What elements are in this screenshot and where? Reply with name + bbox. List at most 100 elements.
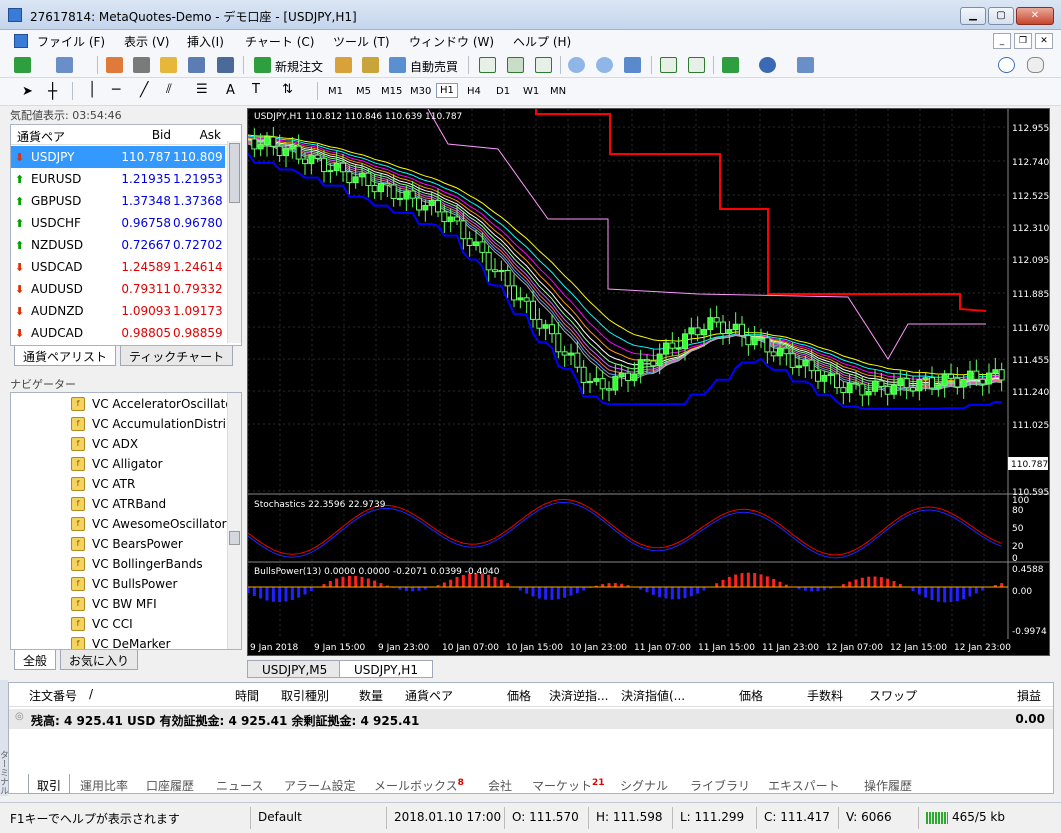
navigator-item[interactable]: f VC AccumulationDistribu <box>67 414 237 434</box>
navigator-item[interactable]: f VC BollingerBands <box>67 554 237 574</box>
bar-chart-icon[interactable] <box>479 57 496 73</box>
navigator-item[interactable]: f VC ADX <box>67 434 237 454</box>
timeframe-d1[interactable]: D1 <box>493 85 513 98</box>
terminal-col[interactable]: 通貨ペア <box>405 687 453 704</box>
terminal-tab[interactable]: ニュース <box>208 774 271 794</box>
terminal-col[interactable]: 数量 <box>359 687 383 704</box>
profiles-icon[interactable] <box>56 57 73 73</box>
auto-trading-icon[interactable] <box>389 57 406 73</box>
navigator-scrollbar[interactable] <box>227 393 241 649</box>
market-watch-icon[interactable] <box>106 57 123 73</box>
timeframe-mn[interactable]: MN <box>547 85 569 98</box>
line-chart-icon[interactable] <box>535 57 552 73</box>
minimize-button[interactable]: ▁ <box>960 7 986 25</box>
terminal-col[interactable]: 損益 <box>1017 687 1041 704</box>
horizontal-line-icon[interactable]: ─ <box>112 82 120 98</box>
new-order-icon[interactable] <box>254 57 271 73</box>
terminal-tab[interactable]: アラーム設定 <box>276 774 364 794</box>
status-profile[interactable]: Default <box>258 810 302 824</box>
new-order-button[interactable]: 新規注文 <box>275 58 323 75</box>
mdi-restore-button[interactable]: ❐ <box>1014 33 1032 49</box>
terminal-tab[interactable]: 口座履歴 <box>138 774 202 794</box>
navigator-icon[interactable] <box>160 57 177 73</box>
terminal-tab[interactable]: 会社 <box>480 774 520 794</box>
navigator-item[interactable]: f VC BW MFI <box>67 594 237 614</box>
terminal-icon[interactable] <box>188 57 205 73</box>
navigator-item[interactable]: f VC Alligator <box>67 454 237 474</box>
tab-tick-chart[interactable]: ティックチャート <box>120 346 234 366</box>
col-ask[interactable]: Ask <box>173 128 221 142</box>
fibonacci-icon[interactable]: ☰ <box>196 82 208 97</box>
tab-favorites[interactable]: お気に入り <box>60 650 139 670</box>
menu-view[interactable]: 表示 (V) <box>124 33 169 50</box>
terminal-col[interactable]: 注文番号 <box>29 687 77 704</box>
cursor-icon[interactable]: ➤ <box>22 84 33 99</box>
terminal-col[interactable]: スワップ <box>869 687 917 704</box>
terminal-handle[interactable]: ターミナル <box>0 680 8 796</box>
terminal-col[interactable]: 価格 <box>507 687 531 704</box>
child-window-icon[interactable] <box>14 34 28 48</box>
navigator-item[interactable]: f VC ATR <box>67 474 237 494</box>
periods-icon[interactable] <box>759 57 776 73</box>
col-symbol[interactable]: 通貨ペア <box>17 128 65 145</box>
menu-help[interactable]: ヘルプ (H) <box>513 33 571 50</box>
trendline-icon[interactable]: ╱ <box>140 82 148 98</box>
navigator-item[interactable]: f VC DeMarker <box>67 634 237 649</box>
terminal-tab[interactable]: ライブラリ <box>682 774 758 794</box>
mdi-close-button[interactable]: ✕ <box>1035 33 1053 49</box>
navigator-item[interactable]: f VC BullsPower <box>67 574 237 594</box>
market-watch-scrollbar[interactable] <box>227 141 241 343</box>
market-watch-row[interactable]: ⬆ GBPUSD 1.37348 1.37368 <box>11 190 225 212</box>
chart-tab-usdjpy-h1[interactable]: USDJPY,H1 <box>339 660 433 678</box>
new-chart-icon[interactable] <box>14 57 31 73</box>
strategy-tester-icon[interactable] <box>217 57 234 73</box>
chart-shift-icon[interactable] <box>688 57 705 73</box>
terminal-tab[interactable]: 運用比率 <box>72 774 136 794</box>
terminal-tab[interactable]: メールボックス8 <box>366 774 472 794</box>
terminal-tab[interactable]: 操作履歴 <box>856 774 920 794</box>
data-window-icon[interactable] <box>133 57 150 73</box>
terminal-tab[interactable]: エキスパート <box>760 774 848 794</box>
timeframe-m1[interactable]: M1 <box>325 85 346 98</box>
auto-trading-button[interactable]: 自動売買 <box>410 58 458 75</box>
market-watch-row[interactable]: ⬇ USDCAD 1.24589 1.24614 <box>11 256 225 278</box>
vertical-line-icon[interactable]: │ <box>88 82 96 98</box>
arrows-icon[interactable]: ⇅ <box>282 82 293 97</box>
terminal-col[interactable]: 決済指値(... <box>621 687 685 704</box>
indicators-icon[interactable] <box>722 57 739 73</box>
navigator-item[interactable]: f VC AcceleratorOscillator <box>67 394 237 414</box>
menu-chart[interactable]: チャート (C) <box>245 33 314 50</box>
expert-icon[interactable] <box>362 57 379 73</box>
navigator-item[interactable]: f VC BearsPower <box>67 534 237 554</box>
terminal-col[interactable]: 取引種別 <box>281 687 329 704</box>
market-watch-row[interactable]: ⬆ EURUSD 1.21935 1.21953 <box>11 168 225 190</box>
menu-tools[interactable]: ツール (T) <box>333 33 390 50</box>
market-watch-row[interactable]: ⬆ USDCHF 0.96758 0.96780 <box>11 212 225 234</box>
terminal-col[interactable]: 価格 <box>739 687 763 704</box>
equidistant-channel-icon[interactable]: ⫽ <box>166 82 172 97</box>
tile-windows-icon[interactable] <box>624 57 641 73</box>
terminal-col[interactable]: / <box>89 687 93 701</box>
market-watch-row[interactable]: ⬇ AUDNZD 1.09093 1.09173 <box>11 300 225 322</box>
templates-icon[interactable] <box>797 57 814 73</box>
auto-scroll-icon[interactable] <box>660 57 677 73</box>
timeframe-w1[interactable]: W1 <box>520 85 542 98</box>
col-bid[interactable]: Bid <box>111 128 171 142</box>
candlestick-icon[interactable] <box>507 57 524 73</box>
tab-symbols-list[interactable]: 通貨ペアリスト <box>14 346 117 366</box>
timeframe-h1[interactable]: H1 <box>436 83 458 98</box>
close-button[interactable]: ✕ <box>1016 7 1054 25</box>
crosshair-icon[interactable]: ┼ <box>48 82 57 100</box>
text-icon[interactable]: A <box>226 83 235 98</box>
timeframe-m15[interactable]: M15 <box>378 85 405 98</box>
maximize-button[interactable]: ▢ <box>988 7 1014 25</box>
navigator-item[interactable]: f VC ATRBand <box>67 494 237 514</box>
terminal-col[interactable]: 手数料 <box>807 687 843 704</box>
terminal-tab[interactable]: シグナル <box>612 774 676 794</box>
market-watch-row[interactable]: ⬇ USDJPY 110.787 110.809 <box>11 146 225 168</box>
tab-general[interactable]: 全般 <box>14 650 57 670</box>
chart-tab-usdjpy-m5[interactable]: USDJPY,M5 <box>247 660 343 678</box>
text-label-icon[interactable]: T <box>252 82 260 97</box>
terminal-tab[interactable]: マーケット21 <box>524 774 613 794</box>
timeframe-h4[interactable]: H4 <box>464 85 484 98</box>
